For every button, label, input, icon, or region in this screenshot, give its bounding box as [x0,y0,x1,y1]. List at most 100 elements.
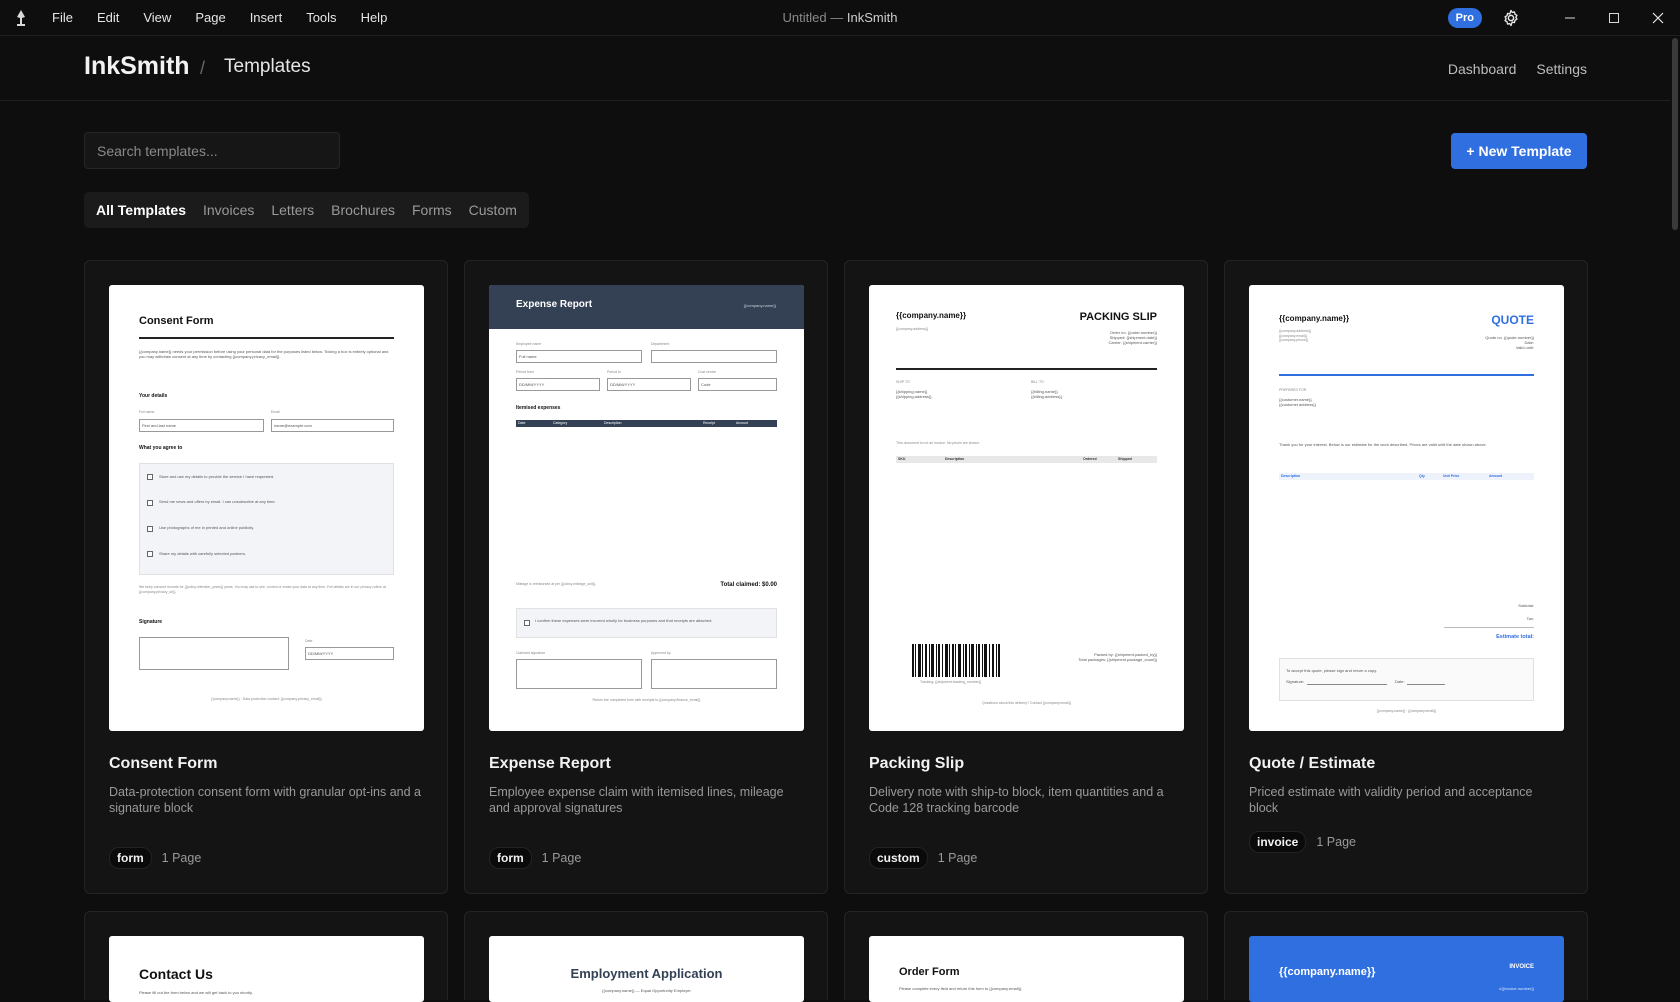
menu-file[interactable]: File [52,10,73,25]
preview-text: {{billing.address}} [1031,394,1062,399]
preview-text: This document is not an invoice. No pric… [896,441,980,445]
category-tag: custom [869,847,928,869]
template-meta: form 1 Page [109,847,201,869]
preview-text: Store and use my details to provide the … [159,474,275,479]
preview-heading: PACKING SLIP [1079,311,1157,323]
menu-page[interactable]: Page [195,10,225,25]
title-bar: File Edit View Page Insert Tools Help Un… [0,0,1680,36]
preview-heading: {{company.name}} [1279,966,1376,978]
template-card[interactable]: {{company.name}} INVOICE #{{invoice.numb… [1224,911,1588,1002]
template-title[interactable]: Expense Report [489,755,611,773]
page-count: 1 Page [161,851,202,865]
preview-text: Ordered [1083,457,1097,461]
preview-text: Email [271,410,280,414]
tab-custom[interactable]: Custom [469,202,517,218]
preview-text: Subtotal: [1518,603,1534,608]
preview-text: BILL TO [1031,380,1044,384]
header-nav: Dashboard Settings [1428,61,1587,77]
preview-text: Description [1281,474,1301,478]
document-title: Untitled [782,10,827,25]
close-icon[interactable] [1636,0,1680,36]
gear-icon[interactable] [1502,9,1520,27]
preview-heading: Contact Us [139,966,213,982]
preview-text: Employee name [516,342,542,346]
tab-forms[interactable]: Forms [412,202,452,218]
preview-text: Date: [1395,679,1405,684]
template-meta: form 1 Page [489,847,581,869]
preview-text: Code [701,382,711,387]
preview-text: Questions about this delivery? Contact {… [982,701,1071,705]
template-card[interactable]: Consent Form {{company.name}} needs your… [84,260,448,894]
preview-text: {{customer.address}} [1279,402,1316,407]
page-count: 1 Page [1316,835,1356,849]
menu-view[interactable]: View [143,10,171,25]
preview-text: Date [305,639,313,643]
nav-settings[interactable]: Settings [1536,61,1587,77]
template-card[interactable]: Contact Us Please fill out the form belo… [84,911,448,1002]
preview-text: Description [604,421,622,425]
template-meta: custom 1 Page [869,847,977,869]
template-card[interactable]: Expense Report {{company.name}} Employee… [464,260,828,894]
tab-brochures[interactable]: Brochures [331,202,395,218]
preview-heading: Expense Report [516,299,593,310]
preview-text: Order no. {{order.number}} Shipped: {{sh… [1109,330,1157,345]
preview-text: Shipped [1118,457,1132,461]
preview-text: Description [945,457,965,461]
menu-insert[interactable]: Insert [250,10,283,25]
template-title[interactable]: Packing Slip [869,755,964,773]
menu-edit[interactable]: Edit [97,10,119,25]
template-card[interactable]: Order Form Please complete every field a… [844,911,1208,1002]
preview-text: {{company.address}} [1279,329,1312,333]
template-card[interactable]: {{company.name}} {{company.address}} {{c… [1224,260,1588,894]
category-tag: form [109,847,152,869]
template-preview: {{company.name}} {{company.address}} {{c… [1249,285,1564,731]
brand-logo[interactable]: InkSmith [84,52,190,81]
preview-heading: QUOTE [1491,313,1534,327]
preview-text: {{shipping.address}} [896,394,932,399]
template-card[interactable]: Employment Application {{company.name}} … [464,911,828,1002]
preview-text: Carrier: {{shipment.carrier}} [1108,340,1157,345]
template-title[interactable]: Consent Form [109,755,217,773]
preview-text: {{customer.name}} {{customer.address}} [1279,397,1316,407]
maximize-icon[interactable] [1592,0,1636,36]
preview-text: Amount [1489,474,1503,478]
page-count: 1 Page [937,851,978,865]
preview-text: Category [553,421,568,425]
preview-heading: Order Form [899,966,960,978]
preview-text: Approved by [651,651,671,655]
tab-letters[interactable]: Letters [271,202,314,218]
preview-text: First and last name [142,423,177,428]
template-description: Priced estimate with validity period and… [1249,785,1533,815]
preview-text: Please fill out the form below and we wi… [139,990,253,995]
new-template-button[interactable]: + New Template [1451,133,1587,169]
menu-tools[interactable]: Tools [306,10,336,25]
scrollbar[interactable] [1670,36,1680,1000]
preview-text: Full name [519,354,537,359]
preview-text: {{billing.name}} {{billing.address}} [1031,389,1062,399]
preview-text: {{company.name}} [1279,314,1350,323]
template-card[interactable]: {{company.name}} {{company.address}} PAC… [844,260,1208,894]
preview-text: Valid until: [1515,345,1534,350]
pro-badge[interactable]: Pro [1447,8,1482,28]
preview-text: {{company.name}} needs your permission b… [139,349,389,359]
tab-invoices[interactable]: Invoices [203,202,254,218]
app-title: InkSmith [846,10,898,25]
minimize-icon[interactable] [1548,0,1592,36]
template-preview: {{company.name}} {{company.address}} PAC… [869,285,1184,731]
preview-text: {{company.name}} — Equal Opportunity Emp… [602,988,691,993]
template-meta: invoice 1 Page [1249,831,1356,853]
tab-all-templates[interactable]: All Templates [96,202,186,218]
search-input[interactable] [84,132,340,169]
menu-help[interactable]: Help [361,10,388,25]
preview-text: Department [651,342,670,346]
preview-text: Amount [736,421,749,425]
preview-text: {{company.name}} [743,303,776,308]
scrollbar-thumb[interactable] [1672,38,1678,230]
preview-text: Quote no. {{quote.number}} Date: Valid u… [1485,335,1534,350]
template-title[interactable]: Quote / Estimate [1249,755,1375,773]
preview-text: {{company.name}} · Data protection conta… [211,697,322,701]
preview-text: DD/MM/YYYY [610,382,636,387]
preview-text: Date [518,421,526,425]
preview-text: PREPARED FOR [1279,388,1307,392]
nav-dashboard[interactable]: Dashboard [1448,61,1517,77]
